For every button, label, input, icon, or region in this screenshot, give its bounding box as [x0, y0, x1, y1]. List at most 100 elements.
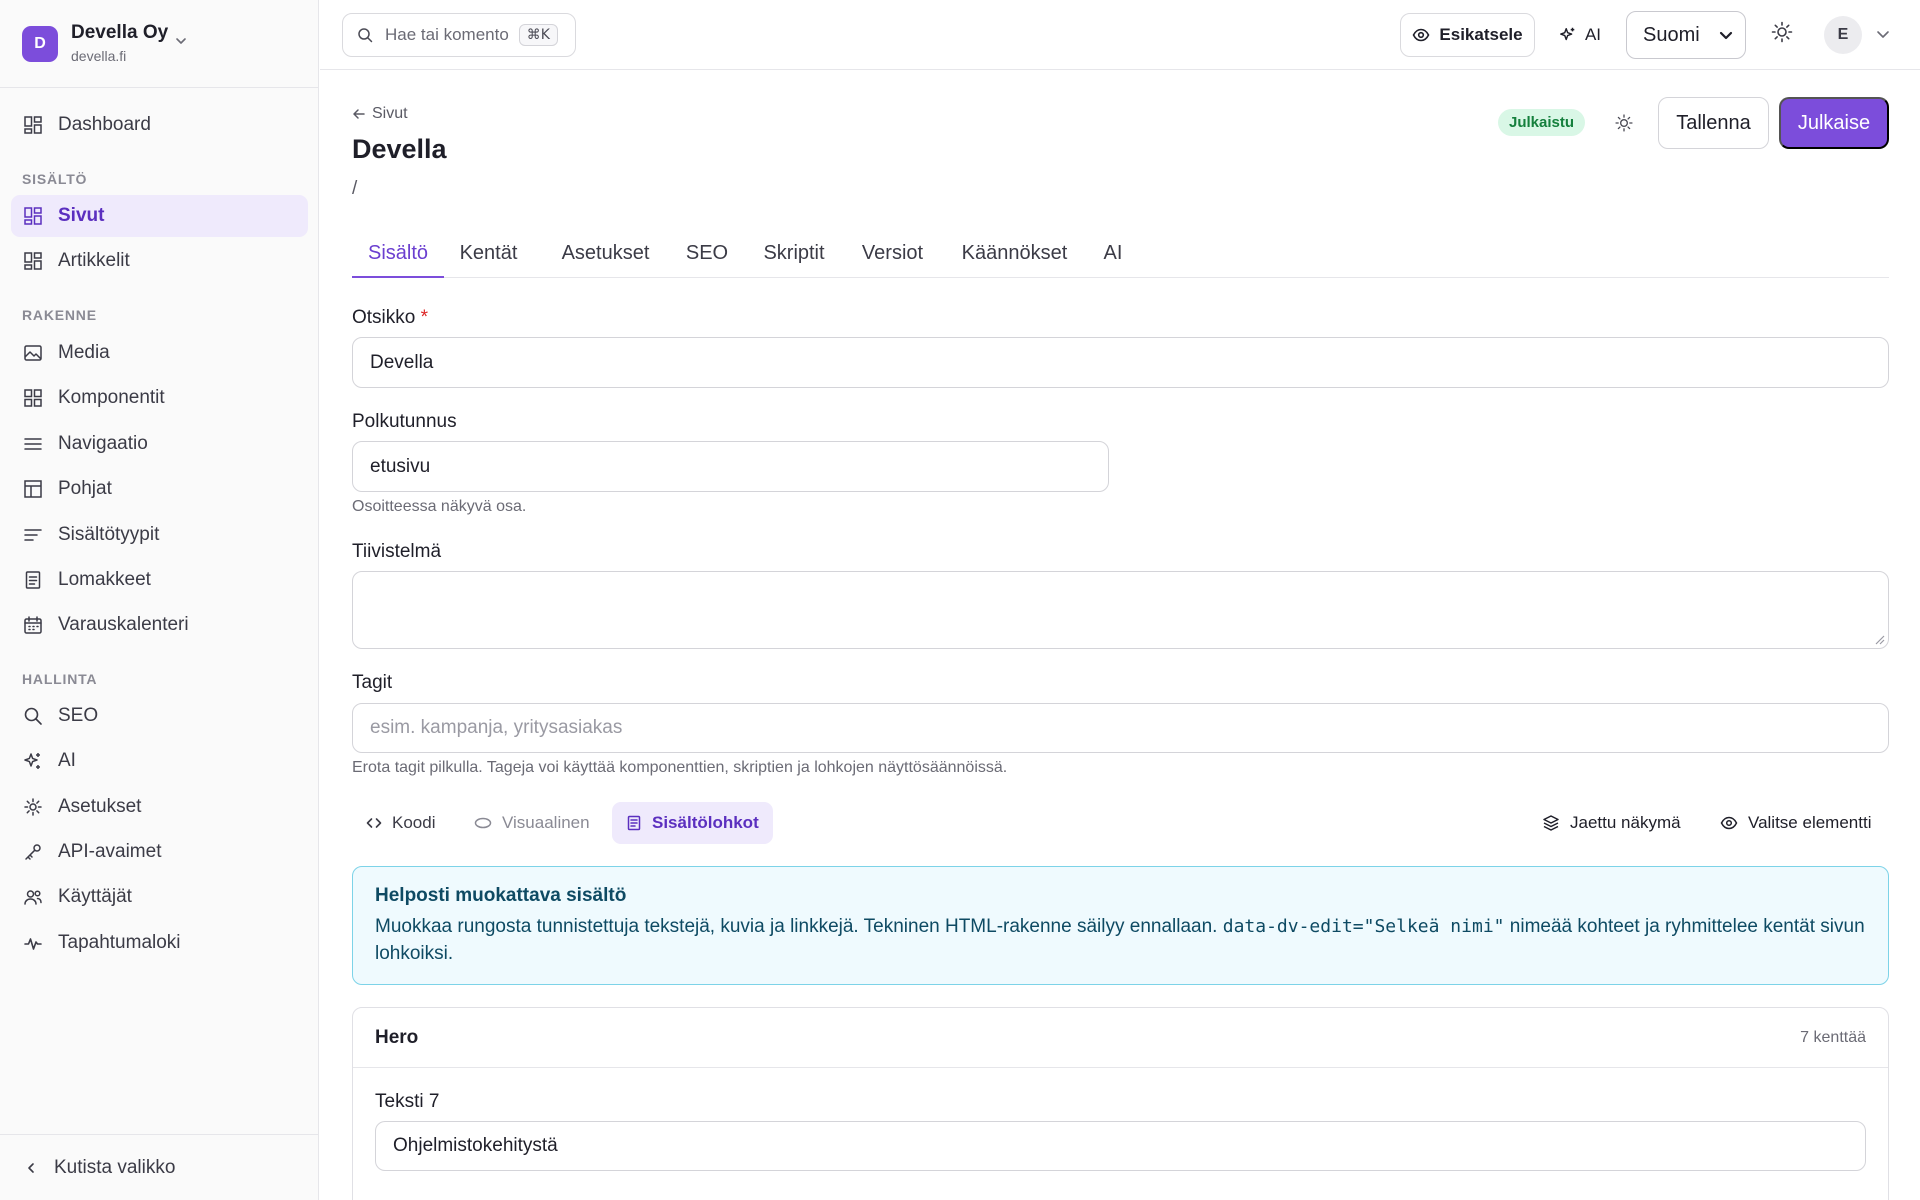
block-field-label: Teksti 7 — [375, 1091, 440, 1112]
text-align-icon — [22, 524, 44, 546]
search-icon — [22, 705, 44, 727]
sidebar-item-dashboard[interactable]: Dashboard — [11, 104, 308, 146]
back-label: Sivut — [372, 105, 408, 122]
mode-visual-label: Visuaalinen — [502, 813, 590, 832]
eye-icon — [1412, 26, 1430, 44]
tags-input[interactable]: esim. kampanja, yritysasiakas — [352, 703, 1889, 753]
ai-assistant-button[interactable]: AI — [1550, 13, 1610, 57]
tab-fields[interactable]: Kentät — [452, 232, 525, 278]
slug-field-label: Polkutunnus — [352, 411, 457, 432]
summary-field-label: Tiivistelmä — [352, 541, 442, 562]
slug-input[interactable]: etusivu — [352, 441, 1109, 492]
page-title: Devella — [352, 134, 447, 164]
image-icon — [22, 342, 44, 364]
sidebar-item-label: Media — [58, 342, 110, 363]
grid-icon — [22, 114, 44, 136]
sidebar-item-templates[interactable]: Pohjat — [11, 468, 308, 510]
title-label-text: Otsikko — [352, 307, 416, 328]
sun-icon[interactable] — [1614, 113, 1634, 133]
block-header[interactable]: Hero 7 kenttää — [353, 1008, 1888, 1068]
collapse-label: Kutista valikko — [54, 1156, 176, 1178]
shared-view-button[interactable]: Jaettu näkymä — [1542, 802, 1681, 844]
sidebar-item-navigation[interactable]: Navigaatio — [11, 423, 308, 465]
sidebar-item-label: SEO — [58, 705, 99, 726]
select-element-button[interactable]: Valitse elementti — [1720, 802, 1871, 844]
activity-icon — [22, 932, 44, 954]
sidebar: D Devella Oy devella.fi Dashboard SISÄLT… — [0, 0, 319, 1200]
search-placeholder: Hae tai komento — [385, 25, 509, 44]
user-avatar[interactable]: E — [1824, 16, 1862, 54]
chevron-down-icon[interactable] — [1876, 29, 1890, 41]
sidebar-item-label: Sisältötyypit — [58, 524, 160, 545]
tab-settings[interactable]: Asetukset — [553, 232, 658, 278]
sidebar-item-seo[interactable]: SEO — [11, 695, 308, 737]
theme-toggle-button[interactable] — [1770, 20, 1794, 44]
block-text-input[interactable]: Ohjelmistokehitystä — [375, 1121, 1866, 1171]
collapse-sidebar-button[interactable]: Kutista valikko — [0, 1134, 319, 1200]
mode-blocks-button[interactable]: Sisältölohkot — [612, 802, 773, 844]
preview-label: Esikatsele — [1439, 25, 1523, 44]
workspace-avatar: D — [22, 25, 58, 62]
save-button[interactable]: Tallenna — [1658, 97, 1769, 149]
preview-button[interactable]: Esikatsele — [1400, 13, 1535, 57]
mode-code-label: Koodi — [392, 813, 436, 832]
sidebar-item-label: Dashboard — [58, 114, 151, 135]
mode-visual-button[interactable]: Visuaalinen — [460, 802, 604, 844]
code-icon — [366, 815, 382, 831]
sidebar-item-forms[interactable]: Lomakkeet — [11, 559, 308, 601]
required-marker: * — [420, 307, 429, 328]
workspace-name: Devella Oy — [71, 21, 169, 43]
title-field-label: Otsikko * — [352, 307, 428, 329]
block-field-count: 7 kenttää — [1800, 1028, 1866, 1046]
tab-ai[interactable]: AI — [1098, 232, 1128, 278]
summary-textarea[interactable] — [352, 571, 1889, 649]
back-link[interactable]: Sivut — [352, 105, 408, 123]
sidebar-item-articles[interactable]: Artikkelit — [11, 240, 308, 282]
users-icon — [22, 886, 44, 908]
language-select[interactable]: Suomi — [1626, 11, 1746, 59]
key-icon — [22, 841, 44, 863]
content-block-hero: Hero 7 kenttää Teksti 7 Ohjelmistokehity… — [352, 1007, 1889, 1200]
shared-view-label: Jaettu näkymä — [1570, 813, 1681, 832]
layers-icon — [1542, 814, 1560, 832]
status-badge: Julkaistu — [1498, 109, 1586, 136]
ai-label: AI — [1584, 25, 1602, 44]
chevron-down-icon — [1719, 30, 1733, 42]
callout-code: data-dv-edit="Selkeä nimi" — [1222, 916, 1505, 937]
workspace-domain: devella.fi — [71, 47, 127, 64]
mode-code-button[interactable]: Koodi — [352, 802, 449, 844]
sidebar-item-users[interactable]: Käyttäjät — [11, 876, 308, 918]
chevron-down-icon — [174, 34, 188, 48]
callout-title: Helposti muokattava sisältö — [375, 885, 627, 906]
sidebar-item-event-log[interactable]: Tapahtumaloki — [11, 922, 308, 964]
sidebar-item-label: Sivut — [58, 205, 105, 226]
sidebar-item-settings[interactable]: Asetukset — [11, 786, 308, 828]
sidebar-item-content-types[interactable]: Sisältötyypit — [11, 514, 308, 556]
sidebar-item-booking-calendar[interactable]: Varauskalenteri — [11, 604, 308, 646]
tab-content[interactable]: Sisältö — [352, 232, 444, 278]
workspace-switcher[interactable]: D Devella Oy devella.fi — [0, 0, 319, 88]
sidebar-item-api-keys[interactable]: API-avaimet — [11, 831, 308, 873]
publish-button[interactable]: Julkaise — [1779, 97, 1889, 149]
language-value: Suomi — [1643, 23, 1700, 46]
sidebar-item-pages[interactable]: Sivut — [11, 195, 308, 237]
command-search[interactable]: Hae tai komento ⌘K — [342, 13, 576, 57]
sidebar-item-components[interactable]: Komponentit — [11, 377, 308, 419]
sidebar-item-ai[interactable]: AI — [11, 740, 308, 782]
resize-handle-icon[interactable] — [1873, 633, 1885, 645]
gear-icon — [22, 796, 44, 818]
chevron-left-icon — [24, 1161, 38, 1175]
tab-translations[interactable]: Käännökset — [952, 232, 1077, 278]
sidebar-item-media[interactable]: Media — [11, 332, 308, 374]
grid-icon — [22, 205, 44, 227]
sidebar-item-label: Artikkelit — [58, 250, 130, 271]
tab-seo[interactable]: SEO — [682, 232, 732, 278]
sidebar-section-content: SISÄLTÖ — [22, 171, 88, 187]
tab-versions[interactable]: Versiot — [856, 232, 929, 278]
sidebar-item-label: Navigaatio — [58, 433, 148, 454]
title-input[interactable]: Devella — [352, 337, 1889, 388]
sidebar-section-structure: RAKENNE — [22, 307, 97, 323]
keyboard-shortcut: ⌘K — [518, 24, 558, 46]
tab-scripts[interactable]: Skriptit — [756, 232, 832, 278]
sidebar-item-label: AI — [58, 750, 76, 771]
